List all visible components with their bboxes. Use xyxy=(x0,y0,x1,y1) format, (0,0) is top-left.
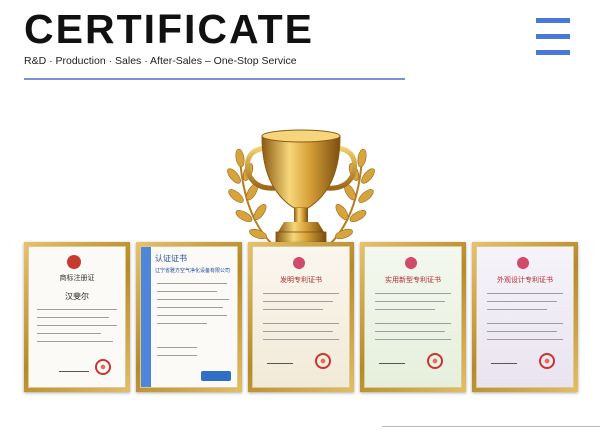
patent-office-emblem-icon xyxy=(517,257,529,269)
certificate-name: 辽宁省雅方空气净化设备有限公司 xyxy=(155,268,231,274)
title-divider xyxy=(24,78,405,80)
patent-office-emblem-icon xyxy=(405,257,417,269)
certificate-paper: 实用新型专利证书 xyxy=(364,246,462,388)
certification-logo-icon xyxy=(201,371,231,381)
certificate-paper: 发明专利证书 xyxy=(252,246,350,388)
certificate-paper: 商标注册证 汉斐尔 xyxy=(28,246,126,388)
red-seal-icon xyxy=(427,353,443,369)
trophy-icon xyxy=(227,129,375,251)
certificate-invention-patent[interactable]: 发明专利证书 xyxy=(248,242,354,392)
certificate-gallery: 商标注册证 汉斐尔 认证证书 辽宁省雅方空气净化设备有限公司 发明专利证书 实用… xyxy=(24,242,580,392)
certificate-heading: 发明专利证书 xyxy=(280,276,322,284)
certificate-heading: 商标注册证 xyxy=(59,274,95,282)
certificate-certification[interactable]: 认证证书 辽宁省雅方空气净化设备有限公司 xyxy=(136,242,242,392)
certificate-trademark[interactable]: 商标注册证 汉斐尔 xyxy=(24,242,130,392)
page-title: CERTIFICATE xyxy=(24,6,315,52)
hamburger-menu-icon[interactable] xyxy=(536,18,570,56)
certificate-name: 汉斐尔 xyxy=(65,292,89,301)
certificate-design-patent[interactable]: 外观设计专利证书 xyxy=(472,242,578,392)
footer-divider xyxy=(382,426,600,427)
national-emblem-icon xyxy=(67,255,81,269)
certificate-utility-model-patent[interactable]: 实用新型专利证书 xyxy=(360,242,466,392)
certificate-heading: 认证证书 xyxy=(155,254,187,263)
red-seal-icon xyxy=(315,353,331,369)
certificate-paper: 外观设计专利证书 xyxy=(476,246,574,388)
page-subtitle: R&D · Production · Sales · After-Sales –… xyxy=(24,55,297,67)
certificate-heading: 外观设计专利证书 xyxy=(497,276,553,284)
patent-office-emblem-icon xyxy=(293,257,305,269)
certificate-paper: 认证证书 辽宁省雅方空气净化设备有限公司 xyxy=(140,246,238,388)
red-seal-icon xyxy=(539,353,555,369)
certificate-heading: 实用新型专利证书 xyxy=(385,276,441,284)
red-seal-icon xyxy=(95,359,111,375)
